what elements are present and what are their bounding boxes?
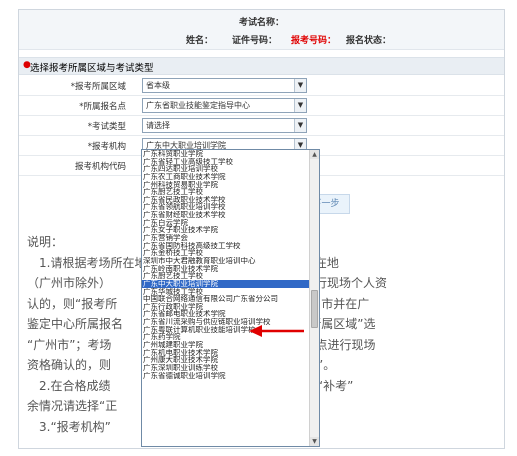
exam-name-label: 考试名称： (238, 18, 284, 28)
point-select[interactable]: 广东省职业技能鉴定指导中心 ▼ (142, 98, 307, 113)
dropdown-option[interactable]: 广东厨艺技工学校 (142, 272, 310, 280)
type-row: *考试类型 请选择 ▼ (19, 116, 504, 136)
dropdown-option[interactable]: 广东金桥技工学校 (142, 249, 310, 257)
dropdown-option[interactable]: 广东深圳职业训练学校 (142, 364, 310, 372)
region-row: *报考所属区域 省本级 ▼ (19, 76, 504, 96)
dropdown-option[interactable]: 广东岭南职业技术学院 (142, 265, 310, 273)
dropdown-option[interactable]: 广东女子职业技术学院 (142, 226, 310, 234)
dropdown-option[interactable]: 广东华城技工学校 (142, 288, 310, 296)
type-label: *考试类型 (87, 122, 126, 132)
section-header: ● 选择报考所属区域与考试类型 (19, 57, 504, 75)
dropdown-option[interactable]: 广东省轻工业高级技工学校 (142, 158, 310, 166)
candidate-info-header: 考试名称： 姓名： 证件号码： 报考号码： 报名状态： (19, 10, 504, 50)
dropdown-option[interactable]: 深圳市中大君融教育职业培训中心 (142, 257, 310, 265)
dropdown-option[interactable]: 广州科技贸易职业学院 (142, 181, 310, 189)
dropdown-option[interactable]: 广东白云学院 (142, 219, 310, 227)
dropdown-option[interactable]: 广东中大职业培训学院 (142, 279, 310, 288)
section-title: 选择报考所属区域与考试类型 (30, 63, 154, 74)
org-label: *报考机构 (87, 142, 126, 152)
point-row: *所属报名点 广东省职业技能鉴定指导中心 ▼ (19, 96, 504, 116)
chevron-down-icon[interactable]: ▼ (294, 119, 306, 132)
dropdown-option[interactable]: 广东农工商职业技术学院 (142, 173, 310, 181)
dropdown-option[interactable]: 广州城建职业学院 (142, 341, 310, 349)
dropdown-option[interactable]: 广东省德诚职业培训学院 (142, 372, 310, 380)
dropdown-options: 广东科贸职业学院 广东省轻工业高级技工学校 广东四达职业培训学校 广东农工商职业技术学… (142, 150, 310, 379)
chevron-down-icon[interactable]: ▼ (294, 99, 306, 112)
type-select[interactable]: 请选择 ▼ (142, 118, 307, 133)
dropdown-option[interactable]: 广东省领航职业培训学校 (142, 203, 310, 211)
registration-number-label: 报考号码： (291, 36, 337, 46)
scroll-up-icon[interactable]: ▲ (310, 150, 319, 159)
region-label: *报考所属区域 (70, 82, 126, 92)
name-label: 姓名： (186, 36, 214, 46)
cert-number-label: 证件号码： (232, 36, 278, 46)
dropdown-option[interactable]: 广东省财经职业技术学校 (142, 211, 310, 219)
dropdown-option[interactable]: 广东机电职业技术学院 (142, 349, 310, 357)
dropdown-option[interactable]: 广州康大职业技术学院 (142, 356, 310, 364)
chevron-down-icon[interactable]: ▼ (294, 79, 306, 92)
registration-status-label: 报名状态： (346, 36, 392, 46)
org-code-label: 报考机构代码 (74, 162, 126, 172)
point-label: *所属报名点 (79, 102, 126, 112)
dropdown-option[interactable]: 广东省国防科技高级技工学校 (142, 242, 310, 250)
dropdown-option[interactable]: 广东厨艺技工学校 (142, 188, 310, 196)
region-select-value: 省本级 (146, 81, 170, 90)
dropdown-option[interactable]: 广东省邮电职业技术学院 (142, 310, 310, 318)
registration-panel: 考试名称： 姓名： 证件号码： 报考号码： 报名状态： ● 选择报考所属区域与考… (18, 9, 505, 449)
dropdown-option[interactable]: 广东行政职业学院 (142, 303, 310, 311)
dropdown-scrollbar[interactable]: ▲ ▼ (309, 150, 319, 446)
type-select-value: 请选择 (146, 121, 170, 130)
scroll-down-icon[interactable]: ▼ (310, 437, 319, 446)
dropdown-option[interactable]: 广东省民政职业技术学校 (142, 196, 310, 204)
scrollbar-thumb[interactable] (311, 290, 318, 328)
dropdown-option[interactable]: 广东营销学会 (142, 234, 310, 242)
point-select-value: 广东省职业技能鉴定指导中心 (146, 101, 250, 110)
dropdown-option[interactable]: 中国联合网络通信有限公司广东省分公司 (142, 295, 310, 303)
org-dropdown-list[interactable]: 广东科贸职业学院 广东省轻工业高级技工学校 广东四达职业培训学校 广东农工商职业技术学… (141, 149, 320, 447)
dropdown-option[interactable]: 广东科贸职业学院 (142, 150, 310, 158)
red-arrow-icon (249, 325, 304, 337)
dropdown-option[interactable]: 广东四达职业培训学校 (142, 165, 310, 173)
region-select[interactable]: 省本级 ▼ (142, 78, 307, 93)
